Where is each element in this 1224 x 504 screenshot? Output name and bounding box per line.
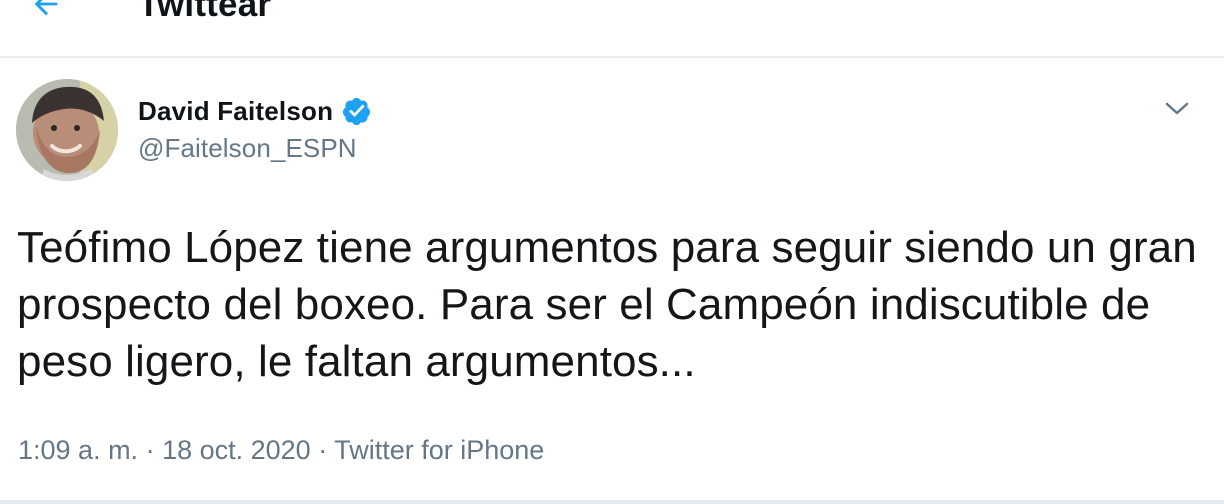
tweet-text: Teófimo López tiene argumentos para segu… xyxy=(17,223,1197,386)
tweet-page: Twittear David Faitelson @Faitelson_ESPN… xyxy=(0,0,1224,504)
page-title: Twittear xyxy=(138,0,272,24)
profile-photo xyxy=(16,79,118,181)
verified-badge-icon xyxy=(339,94,373,128)
tweet-time[interactable]: 1:09 a. m. xyxy=(18,435,138,465)
tweet-date[interactable]: 18 oct. 2020 xyxy=(162,435,311,465)
tweet-source[interactable]: Twitter for iPhone xyxy=(334,435,544,465)
author-name[interactable]: David Faitelson xyxy=(138,95,333,127)
author-name-row: David Faitelson xyxy=(138,94,373,128)
tweet-menu-button[interactable] xyxy=(1158,93,1196,125)
tweet-header: Twittear xyxy=(0,0,1224,58)
meta-separator-2: · xyxy=(310,435,335,465)
tweet-divider xyxy=(0,500,1224,504)
avatar[interactable] xyxy=(16,79,118,181)
back-button[interactable] xyxy=(22,0,70,24)
arrow-left-icon xyxy=(34,0,58,16)
tweet-meta: 1:09 a. m. · 18 oct. 2020 · Twitter for … xyxy=(18,433,544,467)
author-handle[interactable]: @Faitelson_ESPN xyxy=(138,132,373,164)
meta-separator-1: · xyxy=(138,435,163,465)
author-block[interactable]: David Faitelson @Faitelson_ESPN xyxy=(138,94,373,164)
chevron-down-icon xyxy=(1165,102,1189,115)
